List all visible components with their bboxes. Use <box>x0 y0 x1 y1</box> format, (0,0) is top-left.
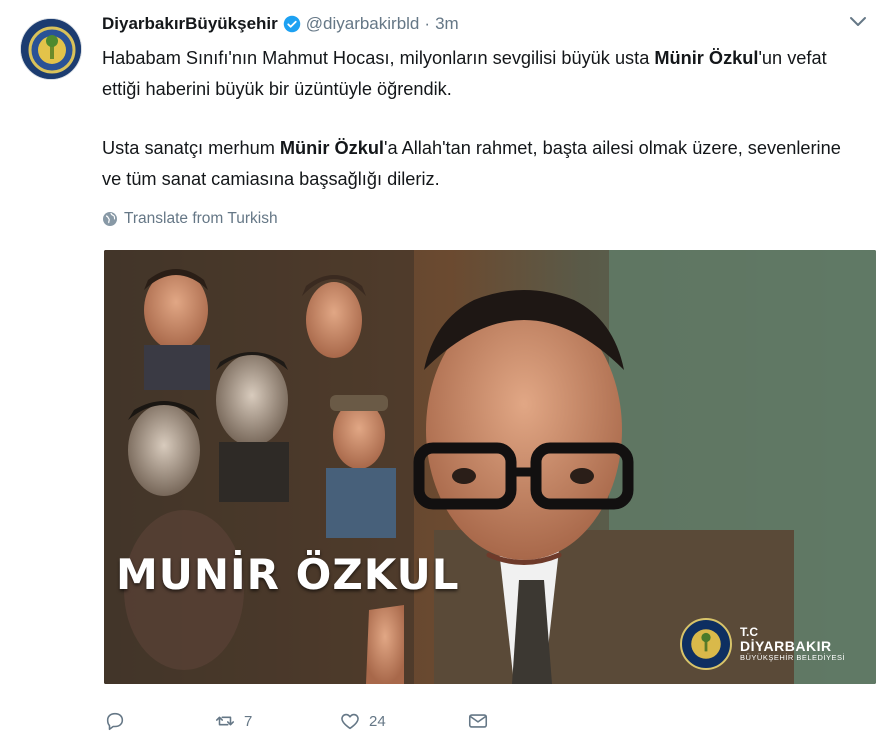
media-title: MUNİR ÖZKUL <box>116 550 460 599</box>
brand-watermark: T.C DİYARBAKIR BÜYÜKŞEHİR BELEDİYESİ <box>680 618 845 670</box>
display-name[interactable]: DiyarbakırBüyükşehir <box>102 14 278 34</box>
direct-message-button[interactable] <box>467 710 489 732</box>
avatar[interactable] <box>20 18 82 80</box>
tweet-actions: 7 24 <box>104 708 489 734</box>
retweet-count: 7 <box>244 712 253 730</box>
like-count: 24 <box>369 712 386 730</box>
globe-icon <box>103 212 117 226</box>
text-segment: Usta sanatçı merhum <box>102 138 280 158</box>
bold-name: Münir Özkul <box>279 138 384 158</box>
bold-name: Münir Özkul <box>654 48 759 68</box>
municipality-logo-icon <box>680 618 732 670</box>
tweet-text-paragraph-1: Hababam Sınıfı'nın Mahmut Hocası, milyon… <box>102 43 862 105</box>
tweet-media-image[interactable]: MUNİR ÖZKUL T.C DİYARBAKIR BÜYÜKŞEHİR BE… <box>104 250 876 684</box>
municipality-logo-icon <box>21 19 81 79</box>
timestamp[interactable]: 3m <box>435 14 459 34</box>
chevron-down-icon[interactable] <box>848 14 868 30</box>
translate-label: Translate from Turkish <box>124 210 278 227</box>
reply-icon <box>106 712 124 731</box>
tweet-text-paragraph-2: Usta sanatçı merhum Münir Özkul'a Allah'… <box>102 133 862 195</box>
reply-button[interactable] <box>104 710 214 732</box>
brand-line-3: BÜYÜKŞEHİR BELEDİYESİ <box>740 652 846 662</box>
tweet: DiyarbakırBüyükşehir @diyarbakirbld · 3m… <box>0 0 880 738</box>
brand-line-2: DİYARBAKIR <box>740 638 832 655</box>
tweet-header: DiyarbakırBüyükşehir @diyarbakirbld · 3m <box>102 13 459 35</box>
verified-badge-icon <box>283 15 300 33</box>
text-segment: Hababam Sınıfı'nın Mahmut Hocası, milyon… <box>102 48 655 68</box>
separator-dot: · <box>424 14 431 33</box>
translate-link[interactable]: Translate from Turkish <box>102 208 278 230</box>
envelope-icon <box>468 714 488 728</box>
retweet-icon <box>215 716 235 726</box>
heart-icon <box>341 713 359 730</box>
user-handle[interactable]: @diyarbakirbld <box>306 14 420 34</box>
retweet-button[interactable]: 7 <box>214 710 339 732</box>
like-button[interactable]: 24 <box>339 710 467 732</box>
brand-text: T.C DİYARBAKIR BÜYÜKŞEHİR BELEDİYESİ <box>740 626 845 661</box>
